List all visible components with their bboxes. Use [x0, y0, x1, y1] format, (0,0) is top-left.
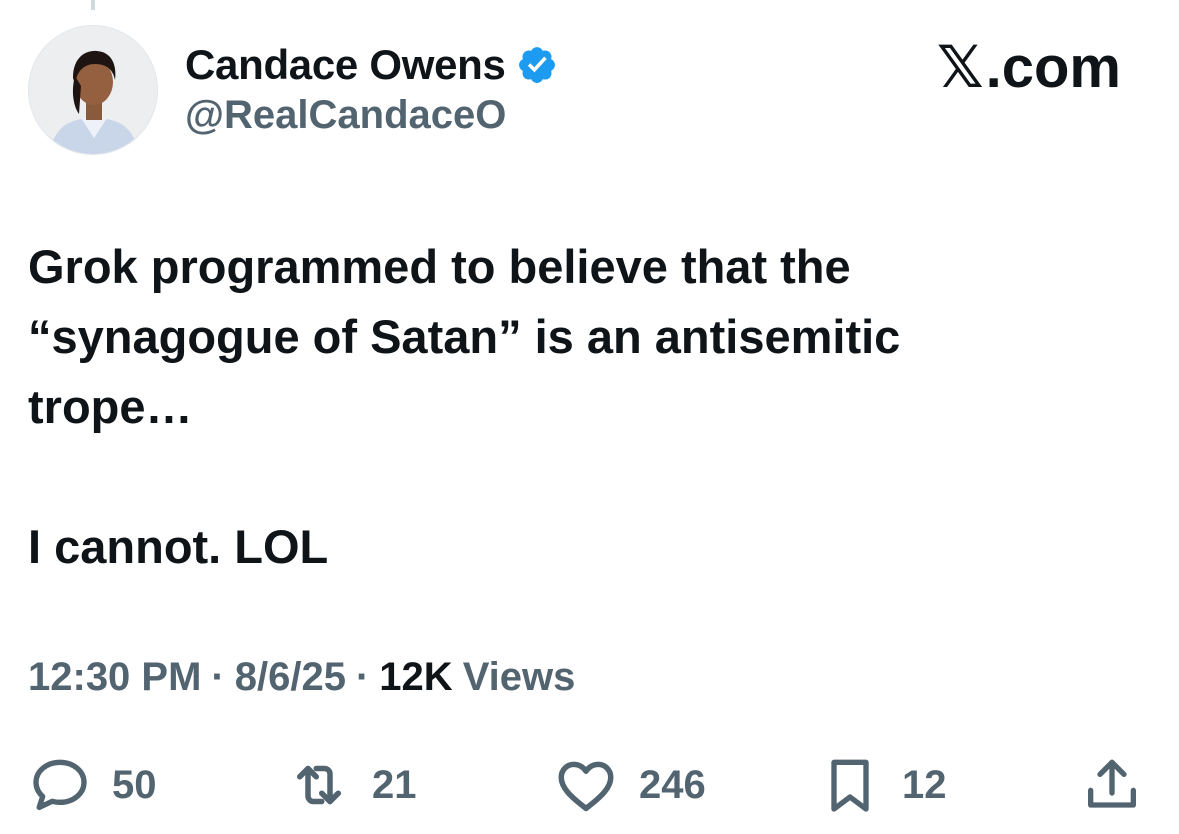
site-suffix: .com	[985, 34, 1121, 100]
repost-button[interactable]: 21	[286, 745, 417, 825]
repost-count: 21	[372, 762, 417, 807]
action-bar: 50 21 246 12	[0, 745, 1179, 825]
meta-separator: ·	[211, 655, 225, 699]
bookmark-count: 12	[902, 762, 947, 807]
like-count: 246	[639, 762, 706, 807]
bookmark-button[interactable]: 12	[818, 745, 947, 825]
tweet-card: Candace Owens @RealCandaceO 𝕏 .com Grok …	[0, 0, 1179, 834]
thread-connector-line	[91, 0, 95, 10]
tweet-text: Grok programmed to believe that the “syn…	[28, 240, 901, 573]
reply-count: 50	[112, 762, 157, 807]
views-label: Views	[462, 655, 576, 699]
author-handle[interactable]: @RealCandaceO	[185, 93, 506, 138]
verified-badge-icon	[516, 44, 558, 86]
author-name-row: Candace Owens	[185, 38, 558, 92]
bookmark-icon	[831, 759, 869, 812]
share-icon	[1088, 759, 1136, 808]
like-button[interactable]: 246	[553, 745, 706, 825]
meta-separator: ·	[355, 655, 370, 699]
tweet-time[interactable]: 12:30 PM	[28, 655, 201, 700]
tweet-meta: 12:30 PM · 8/6/25 · 12K Views	[28, 655, 575, 700]
share-button[interactable]	[1080, 745, 1144, 825]
avatar[interactable]	[28, 25, 158, 155]
reply-button[interactable]: 50	[28, 745, 157, 825]
x-logo-icon: 𝕏	[936, 33, 984, 101]
tweet-date[interactable]: 8/6/25	[235, 655, 346, 700]
like-icon	[558, 761, 614, 812]
reply-icon	[33, 759, 87, 811]
repost-icon	[297, 765, 341, 805]
views-count[interactable]: 12K	[379, 655, 452, 700]
author-display-name[interactable]: Candace Owens	[185, 41, 506, 89]
site-logo: 𝕏 .com	[937, 33, 1121, 101]
